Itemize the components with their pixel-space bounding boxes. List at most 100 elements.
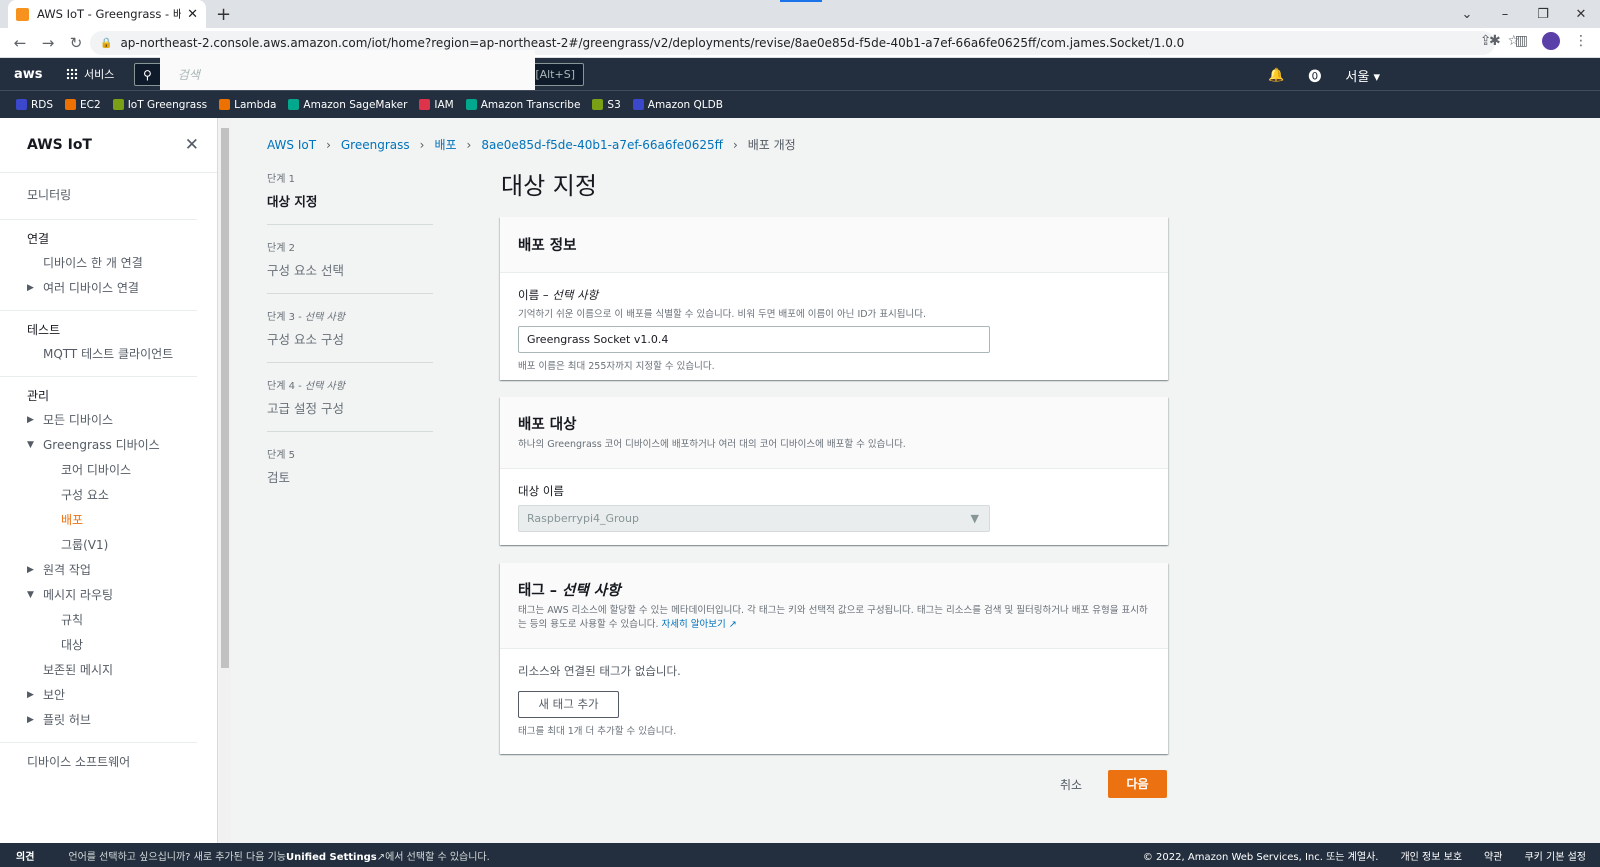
favorite-lambda[interactable]: Lambda [219,99,276,111]
sidebar-scrollbar[interactable] [219,118,231,843]
sidebar-item-greengrass-devices[interactable]: ▼ Greengrass 디바이스 [27,432,197,457]
search-input[interactable]: ⚲ 검색 [Alt+S] [134,49,584,100]
msg-pre: 언어를 선택하고 싶으십니까? 새로 추가된 다음 기능 [68,851,286,863]
aws-logo[interactable]: aws [14,67,48,82]
new-tab-icon[interactable]: + [216,4,231,25]
minimize-icon[interactable]: – [1486,7,1524,22]
favorite-label: Amazon Transcribe [480,98,581,111]
tab-title: AWS IoT - Greengrass - 배포 - | [37,7,182,21]
favorite-s3[interactable]: S3 [592,98,621,111]
tab-search-icon[interactable]: ⌄ [1448,7,1486,22]
sidebar-item-destinations[interactable]: 대상 [27,632,197,657]
panel-description: 태그는 AWS 리소스에 할당할 수 있는 메타데이터입니다. 각 태그는 키와… [518,604,1150,632]
terms-link[interactable]: 약관 [1484,848,1502,863]
help-icon[interactable]: ⓿ [1308,66,1321,85]
browser-menu-icon[interactable]: ⋮ [1574,33,1588,49]
sidebar-item-fleet-hub[interactable]: ▶ 플릿 허브 [27,707,197,732]
sidebar-item-security[interactable]: ▶ 보안 [27,682,197,707]
scrollbar-thumb[interactable] [221,128,229,668]
breadcrumb-greengrass[interactable]: Greengrass [341,138,410,152]
breadcrumb-deployments[interactable]: 배포 [434,136,456,153]
favorite-iam[interactable]: IAM [419,99,454,111]
next-button[interactable]: 다음 [1108,770,1167,798]
qldb-icon [632,99,644,110]
tab-indicator [780,0,822,2]
lock-icon[interactable]: 🔒 [100,38,112,49]
sidebar-item-label: 보안 [43,688,66,702]
greengrass-icon [112,99,124,110]
favorite-label: S3 [607,98,621,111]
sidebar-heading-manage: 관리 [27,389,50,403]
feedback-link[interactable]: 의견 [16,848,34,863]
external-link-icon: ↗ [376,851,386,863]
services-menu[interactable]: 서비스 [66,66,114,82]
sidebar-item-connect-many[interactable]: ▶ 여러 디바이스 연결 [27,275,197,300]
panel-body: 리소스와 연결된 태그가 없습니다. 새 태그 추가 태그를 최대 1개 더 추… [500,649,1168,753]
sidebar-item-retained-messages[interactable]: 보존된 메시지 [27,657,197,682]
name-optional: 선택 사항 [552,288,599,302]
forward-icon[interactable]: → [40,34,56,52]
profile-avatar[interactable] [1542,32,1560,50]
favorite-rds[interactable]: RDS [16,99,53,111]
wizard-step-3[interactable]: 단계 3 - 선택 사항 구성 요소 구성 [267,306,433,363]
reload-icon[interactable]: ↻ [68,34,84,52]
wizard-step-4[interactable]: 단계 4 - 선택 사항 고급 설정 구성 [267,375,433,432]
close-window-icon[interactable]: ✕ [1562,7,1600,22]
favorite-ec2[interactable]: EC2 [65,99,101,111]
step-number: 단계 4 - 선택 사항 [267,377,433,392]
breadcrumb: AWS IoT › Greengrass › 배포 › 8ae0e85d-f5d… [267,136,796,153]
learn-more-link[interactable]: 자세히 알아보기 [662,619,726,630]
chevron-right-icon: › [419,137,425,152]
cancel-button[interactable]: 취소 [1060,776,1082,793]
target-name-select: Raspberrypi4_Group ▼ [518,505,990,532]
external-link-icon[interactable]: ↗ [729,619,737,630]
panel-title: 태그 – 선택 사항 [518,579,1150,600]
breadcrumb-deployment-id[interactable]: 8ae0e85d-f5de-40b1-a7ef-66a6fe0625ff [481,138,723,152]
browser-tab[interactable]: AWS IoT - Greengrass - 배포 - | ✕ [8,0,206,28]
cookie-preferences-link[interactable]: 쿠키 기본 설정 [1524,848,1586,863]
close-sidebar-icon[interactable]: ✕ [185,135,199,155]
target-value: Raspberrypi4_Group [527,512,639,525]
deployment-info-panel: 배포 정보 이름 – 선택 사항 기억하기 쉬운 이름으로 이 배포를 식별할 … [500,217,1168,380]
deployment-name-input[interactable]: Greengrass Socket v1.0.4 [518,326,990,353]
favorite-transcribe[interactable]: Amazon Transcribe [465,98,581,111]
wizard-step-1[interactable]: 단계 1 대상 지정 [267,168,433,225]
search-shortcut: [Alt+S] [535,68,575,81]
sidebar-item-rules[interactable]: 규칙 [27,607,197,632]
sidebar-item-device-software[interactable]: 디바이스 소프트웨어 [27,749,197,774]
sidebar-item-all-devices[interactable]: ▶ 모든 디바이스 [27,407,197,432]
notifications-bell-icon[interactable]: 🔔 [1268,68,1284,83]
close-tab-icon[interactable]: ✕ [187,7,198,22]
sidebar-title[interactable]: AWS IoT [27,137,92,153]
wizard-step-5[interactable]: 단계 5 검토 [267,444,433,500]
restore-icon[interactable]: ❐ [1524,7,1562,22]
sidebar-item-core-devices[interactable]: 코어 디바이스 [27,457,197,482]
side-panel-icon[interactable]: ▥ [1515,33,1528,49]
favorite-label: Amazon QLDB [647,98,723,111]
step-number: 단계 2 [267,243,295,254]
tags-hint: 태그를 최대 1개 더 추가할 수 있습니다. [518,726,677,737]
tags-desc: 태그는 AWS 리소스에 할당할 수 있는 메타데이터입니다. 각 태그는 키와… [518,605,1148,630]
wizard-step-2[interactable]: 단계 2 구성 요소 선택 [267,237,433,294]
favorite-iot-greengrass[interactable]: IoT Greengrass [112,99,207,111]
sidebar-item-mqtt-client[interactable]: MQTT 테스트 클라이언트 [27,341,197,366]
unified-settings-link[interactable]: Unified Settings [286,852,377,863]
breadcrumb-aws-iot[interactable]: AWS IoT [267,138,316,152]
add-tag-button[interactable]: 새 태그 추가 [518,691,619,718]
favorite-sagemaker[interactable]: Amazon SageMaker [288,99,407,111]
sidebar-item-components[interactable]: 구성 요소 [27,482,197,507]
favorite-qldb[interactable]: Amazon QLDB [632,98,723,111]
sidebar-item-groups-v1[interactable]: 그룹(V1) [27,532,197,557]
privacy-link[interactable]: 개인 정보 보호 [1400,848,1462,863]
panel-title: 배포 대상 [518,417,577,433]
sidebar-item-remote-actions[interactable]: ▶ 원격 작업 [27,557,197,582]
region-selector[interactable]: 서울 ▾ [1345,66,1380,85]
extensions-icon[interactable]: ✱ [1489,33,1501,49]
sidebar-item-deployments[interactable]: 배포 [27,507,197,532]
page-title: 대상 지정 [501,172,597,200]
back-icon[interactable]: ← [12,34,28,52]
sidebar-item-connect-one[interactable]: 디바이스 한 개 연결 [27,250,197,275]
sidebar-item-message-routing[interactable]: ▼ 메시지 라우팅 [27,582,197,607]
sidebar-item-monitoring[interactable]: 모니터링 [27,179,197,209]
tags-title: 태그 – [518,583,557,599]
